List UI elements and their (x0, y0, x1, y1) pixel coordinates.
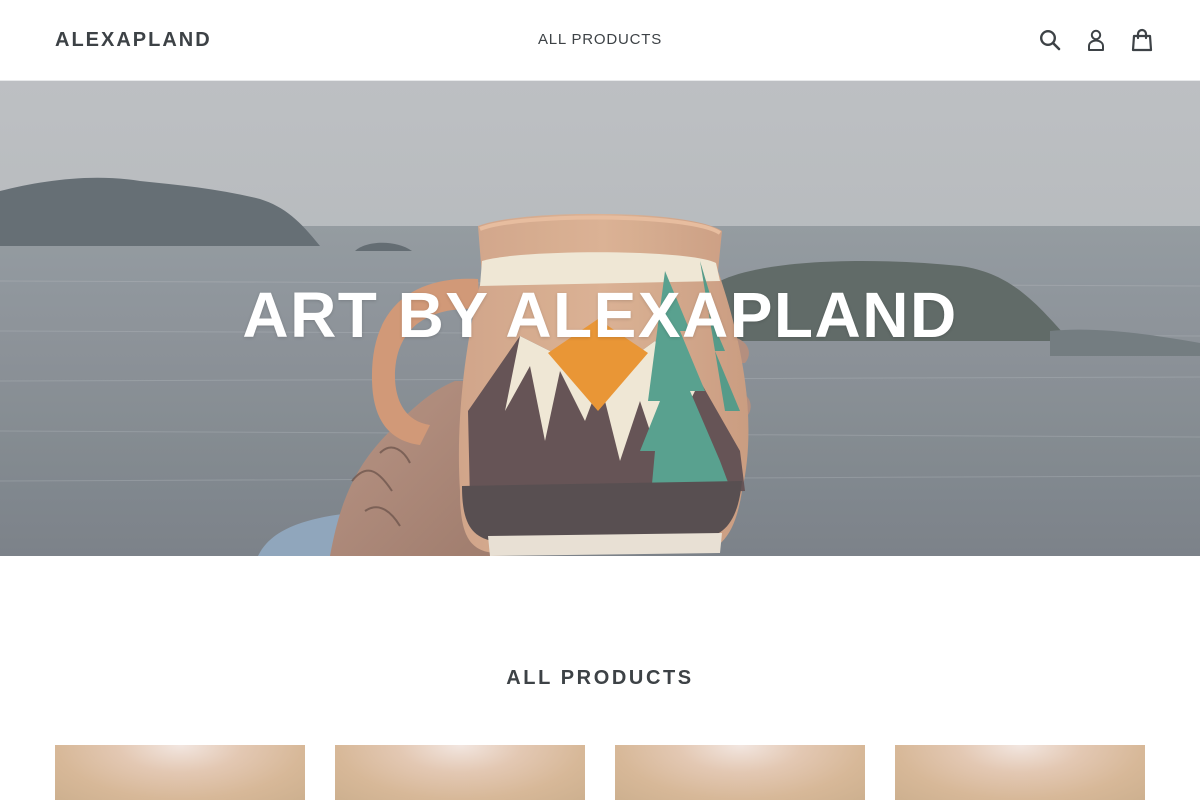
product-image (55, 745, 305, 800)
product-image (895, 745, 1145, 800)
collection-title: ALL PRODUCTS (506, 667, 694, 689)
search-button[interactable] (1036, 25, 1063, 55)
product-card-2[interactable] (335, 745, 585, 800)
product-card-1[interactable] (55, 745, 305, 800)
product-image (335, 745, 585, 800)
cart-icon (1131, 28, 1152, 52)
hero-banner: ART BY ALEXAPLAND (0, 81, 1200, 556)
site-logo[interactable]: ALEXAPLAND (55, 28, 212, 52)
cart-button[interactable] (1128, 25, 1155, 55)
user-icon (1087, 29, 1104, 51)
product-image (615, 745, 865, 800)
product-grid (55, 745, 1145, 800)
product-card-4[interactable] (895, 745, 1145, 800)
header-icons (1036, 25, 1155, 55)
account-button[interactable] (1082, 25, 1109, 55)
nav-link-all-products[interactable]: ALL PRODUCTS (538, 31, 662, 48)
site-header: ALEXAPLAND ALL PRODUCTS (0, 0, 1200, 81)
hero-title: ART BY ALEXAPLAND (242, 279, 958, 351)
product-card-3[interactable] (615, 745, 865, 800)
search-icon (1039, 29, 1060, 51)
